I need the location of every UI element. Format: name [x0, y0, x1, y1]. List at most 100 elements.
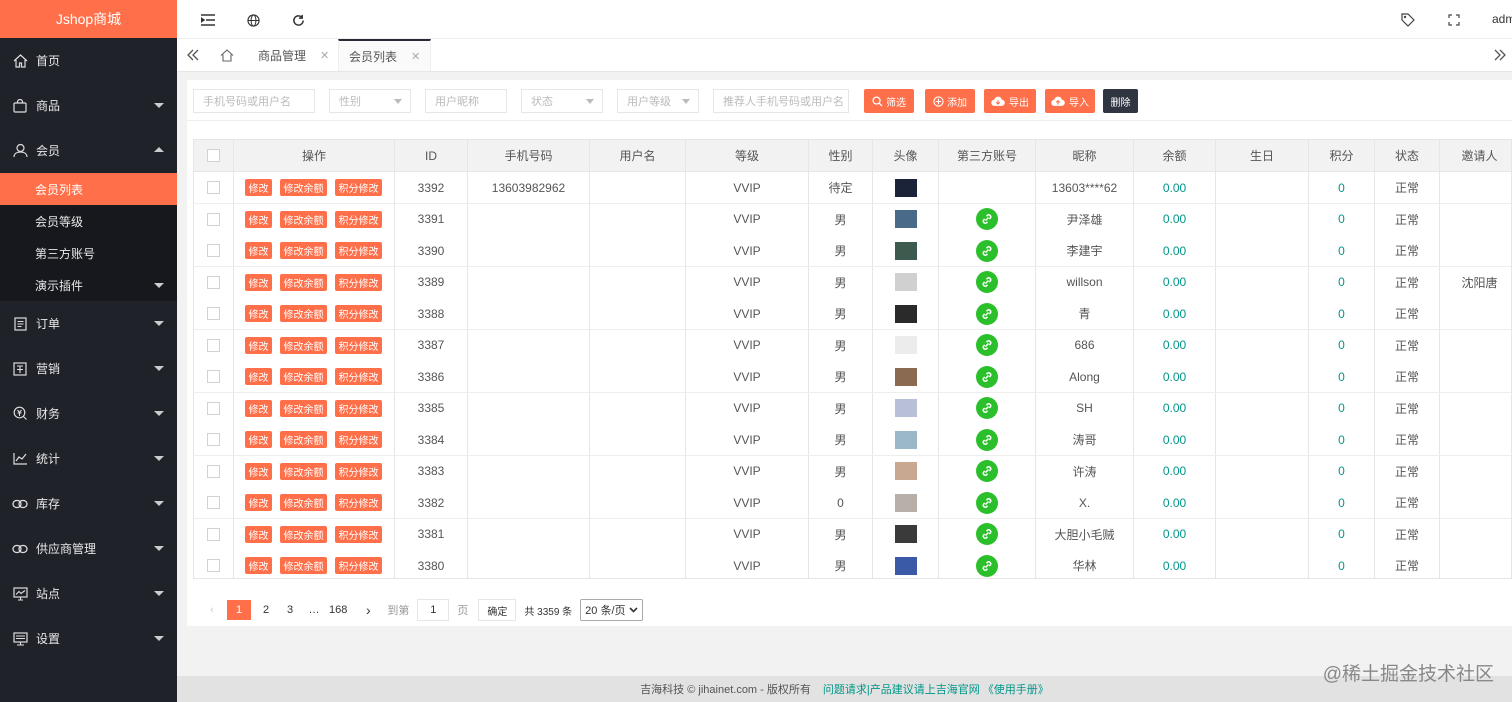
row-checkbox[interactable]	[207, 275, 220, 289]
row-checkbox[interactable]	[207, 527, 220, 541]
close-icon[interactable]: ✕	[320, 49, 329, 62]
tabs-next-icon[interactable]	[1492, 47, 1508, 63]
row-checkbox[interactable]	[207, 496, 220, 509]
phone-search-input[interactable]: 手机号码或用户名	[193, 89, 315, 113]
edit-points-button[interactable]: 积分修改	[335, 525, 382, 543]
edit-balance-button[interactable]: 修改余额	[280, 336, 327, 354]
app-logo[interactable]: Jshop商城	[0, 0, 177, 38]
edit-points-button[interactable]: 积分修改	[335, 273, 382, 291]
add-button[interactable]: 添加	[925, 89, 975, 113]
sidebar-subitem[interactable]: 第三方账号	[0, 237, 177, 269]
edit-button[interactable]: 修改	[245, 368, 272, 385]
home-tab-icon[interactable]	[219, 47, 235, 63]
edit-balance-button[interactable]: 修改余额	[280, 210, 327, 228]
edit-button[interactable]: 修改	[245, 242, 272, 259]
edit-button[interactable]: 修改	[245, 336, 272, 354]
page-size-select[interactable]: 20 条/页	[580, 599, 643, 621]
footer-links[interactable]: 问题请求|产品建议请上吉海官网 《使用手册》	[823, 681, 1049, 697]
edit-balance-button[interactable]: 修改余额	[280, 179, 327, 196]
sidebar-subitem[interactable]: 会员列表	[0, 173, 177, 205]
edit-points-button[interactable]: 积分修改	[335, 494, 382, 511]
next-page-icon[interactable]: ›	[359, 600, 377, 620]
tab-member-list[interactable]: 会员列表 ✕	[338, 39, 432, 71]
export-button[interactable]: 导出	[984, 89, 1036, 113]
page-button[interactable]: 2	[257, 600, 275, 620]
edit-balance-button[interactable]: 修改余额	[280, 462, 327, 480]
goto-confirm-button[interactable]: 确定	[478, 599, 517, 621]
row-checkbox[interactable]	[207, 212, 220, 226]
level-select[interactable]: 用户等级	[617, 89, 699, 113]
edit-points-button[interactable]: 积分修改	[335, 305, 382, 322]
filter-button[interactable]: 筛选	[864, 89, 914, 113]
edit-points-button[interactable]: 积分修改	[335, 336, 382, 354]
gender-select[interactable]: 性别	[329, 89, 411, 113]
edit-button[interactable]: 修改	[245, 431, 272, 448]
tabs-prev-icon[interactable]	[185, 47, 201, 63]
row-checkbox[interactable]	[207, 370, 220, 383]
edit-button[interactable]: 修改	[245, 273, 272, 291]
edit-button[interactable]: 修改	[245, 525, 272, 543]
edit-button[interactable]: 修改	[245, 210, 272, 228]
row-checkbox[interactable]	[207, 401, 220, 415]
sidebar-item[interactable]: 统计	[0, 436, 177, 481]
edit-points-button[interactable]: 积分修改	[335, 462, 382, 480]
edit-button[interactable]: 修改	[245, 305, 272, 322]
edit-balance-button[interactable]: 修改余额	[280, 305, 327, 322]
edit-balance-button[interactable]: 修改余额	[280, 242, 327, 259]
edit-button[interactable]: 修改	[245, 462, 272, 480]
menu-collapse-icon[interactable]	[200, 12, 216, 28]
edit-balance-button[interactable]: 修改余额	[280, 273, 327, 291]
user-menu[interactable]: admin	[1492, 12, 1512, 26]
sidebar-item[interactable]: 订单	[0, 301, 177, 346]
globe-icon[interactable]	[245, 12, 261, 28]
edit-points-button[interactable]: 积分修改	[335, 242, 382, 259]
edit-points-button[interactable]: 积分修改	[335, 399, 382, 417]
status-select[interactable]: 状态	[521, 89, 603, 113]
edit-balance-button[interactable]: 修改余额	[280, 525, 327, 543]
row-checkbox[interactable]	[207, 338, 220, 352]
row-checkbox[interactable]	[207, 307, 220, 320]
edit-button[interactable]: 修改	[245, 557, 272, 574]
prev-page-icon[interactable]: ‹	[203, 600, 221, 620]
edit-button[interactable]: 修改	[245, 399, 272, 417]
sidebar-item[interactable]: 库存	[0, 481, 177, 526]
sidebar-item[interactable]: 供应商管理	[0, 526, 177, 571]
edit-balance-button[interactable]: 修改余额	[280, 399, 327, 417]
edit-points-button[interactable]: 积分修改	[335, 557, 382, 574]
referrer-input[interactable]: 推荐人手机号码或用户名	[713, 89, 849, 113]
edit-balance-button[interactable]: 修改余额	[280, 368, 327, 385]
sidebar-item[interactable]: 商品	[0, 83, 177, 128]
import-button[interactable]: 导入	[1045, 89, 1095, 113]
sidebar-subitem[interactable]: 会员等级	[0, 205, 177, 237]
row-checkbox[interactable]	[207, 244, 220, 257]
edit-balance-button[interactable]: 修改余额	[280, 431, 327, 448]
sidebar-item[interactable]: 会员	[0, 128, 177, 173]
edit-points-button[interactable]: 积分修改	[335, 210, 382, 228]
row-checkbox[interactable]	[207, 181, 220, 194]
edit-points-button[interactable]: 积分修改	[335, 431, 382, 448]
row-checkbox[interactable]	[207, 464, 220, 478]
refresh-icon[interactable]	[290, 12, 306, 28]
tab-goods[interactable]: 商品管理 ✕	[245, 39, 342, 71]
row-checkbox[interactable]	[207, 433, 220, 446]
fullscreen-icon[interactable]	[1446, 12, 1462, 28]
close-icon[interactable]: ✕	[411, 50, 420, 63]
edit-points-button[interactable]: 积分修改	[335, 179, 382, 196]
sidebar-item[interactable]: 站点	[0, 571, 177, 616]
edit-button[interactable]: 修改	[245, 494, 272, 511]
edit-points-button[interactable]: 积分修改	[335, 368, 382, 385]
sidebar-item[interactable]: 首页	[0, 38, 177, 83]
page-button[interactable]: 168	[329, 600, 347, 620]
edit-button[interactable]: 修改	[245, 179, 272, 196]
sidebar-item[interactable]: 设置	[0, 616, 177, 661]
sidebar-item[interactable]: 营销	[0, 346, 177, 391]
sidebar-item[interactable]: 财务	[0, 391, 177, 436]
row-checkbox[interactable]	[207, 559, 220, 572]
page-button[interactable]: 1	[227, 600, 251, 620]
sidebar-subitem[interactable]: 演示插件	[0, 269, 177, 301]
tag-icon[interactable]	[1400, 12, 1416, 28]
page-button[interactable]: 3	[281, 600, 299, 620]
select-all-checkbox[interactable]	[207, 149, 220, 162]
nickname-input[interactable]: 用户昵称	[425, 89, 507, 113]
goto-page-input[interactable]: 1	[417, 599, 450, 621]
